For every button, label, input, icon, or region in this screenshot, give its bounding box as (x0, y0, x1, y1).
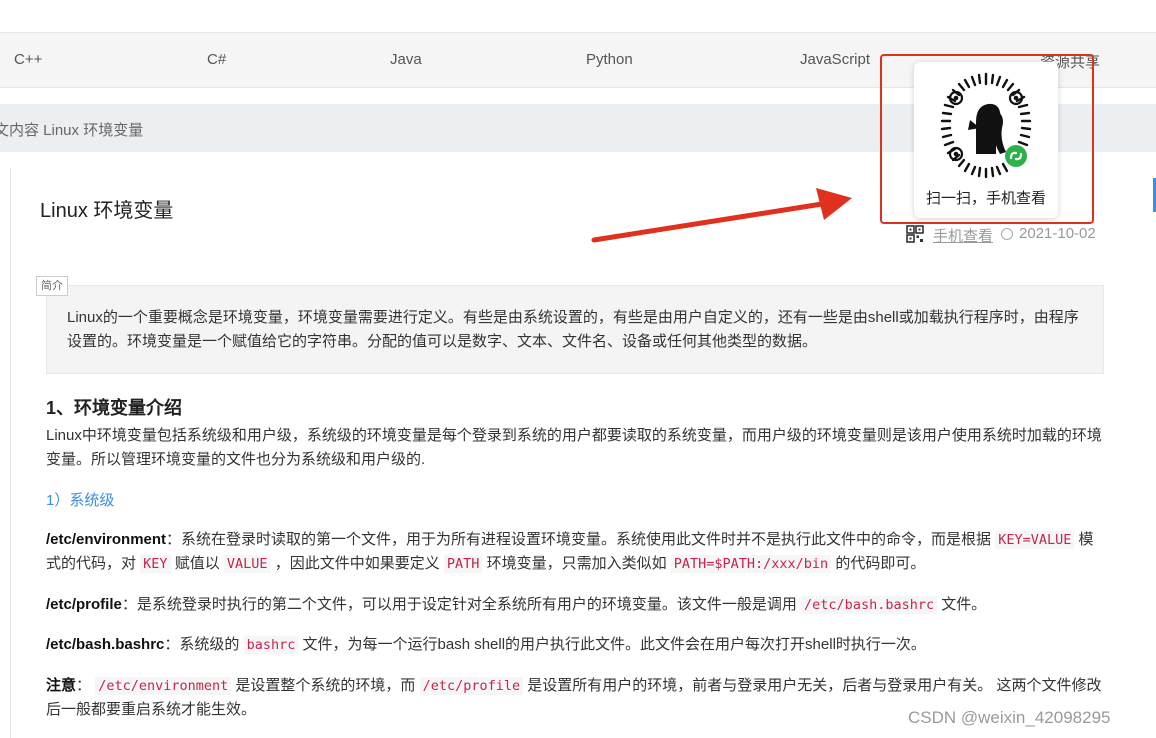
text: ： (76, 677, 96, 694)
text: ，因此文件中如果要定义 (270, 555, 444, 572)
inline-code: KEY=VALUE (995, 531, 1075, 549)
publish-date: 2021-10-02 (1019, 225, 1096, 242)
article-title: Linux 环境变量 (40, 200, 174, 222)
nav-item-javascript[interactable]: JavaScript (800, 51, 870, 68)
inline-code: bashrc (243, 636, 299, 654)
qr-code-icon[interactable] (906, 225, 924, 243)
inline-code: /etc/bash.bashrc (801, 596, 938, 614)
nav-item-csharp[interactable]: C# (207, 51, 226, 68)
nav-item-cpp[interactable]: C++ (14, 51, 42, 68)
paragraph-etc-profile: /etc/profile：是系统登录时执行的第二个文件，可以用于设定针对全系统所… (46, 593, 1106, 617)
inline-code: PATH=$PATH:/xxx/bin (670, 555, 832, 573)
text: 环境变量，只需加入类似如 (482, 555, 671, 572)
breadcrumb-text: 文内容 Linux 环境变量 (0, 122, 144, 139)
file-label: /etc/bash.bashrc (46, 636, 165, 653)
text: 的代码即可。 (831, 555, 926, 572)
paragraph-etc-bashrc: /etc/bash.bashrc：系统级的 bashrc 文件，为每一个运行ba… (46, 633, 1106, 657)
nav-item-java[interactable]: Java (390, 51, 422, 68)
file-label: /etc/environment (46, 531, 167, 548)
text: 是设置整个系统的环境，而 (231, 677, 420, 694)
section-intro: Linux中环境变量包括系统级和用户级，系统级的环境变量是每个登录到系统的用户都… (46, 427, 1102, 468)
text: ：系统在登录时读取的第一个文件，用于为所有进程设置环境变量。系统使用此文件时并不… (166, 531, 996, 548)
nav-item-python[interactable]: Python (586, 51, 633, 68)
inline-code: /etc/profile (419, 677, 524, 695)
text: 文件，为每一个运行bash shell的用户执行此文件。此文件会在用户每次打开s… (298, 636, 926, 653)
abstract-text: Linux的一个重要概念是环境变量，环境变量需要进行定义。有些是由系统设置的，有… (67, 309, 1079, 350)
text: 文件。 (937, 596, 987, 613)
abstract-box: Linux的一个重要概念是环境变量，环境变量需要进行定义。有些是由系统设置的，有… (46, 285, 1104, 374)
file-label: /etc/profile (46, 596, 122, 613)
inline-code: KEY (140, 555, 171, 573)
abstract-tag: 简介 (36, 276, 68, 296)
note-label: 注意 (46, 677, 77, 694)
inline-code: PATH (443, 555, 483, 573)
inline-code: VALUE (223, 555, 271, 573)
text: ：是系统登录时执行的第二个文件，可以用于设定针对全系统所有用户的环境变量。该文件… (121, 596, 802, 613)
annotation-highlight-box (880, 54, 1094, 224)
inline-code: /etc/environment (95, 677, 232, 695)
clock-icon (1001, 228, 1013, 240)
mobile-view-link[interactable]: 手机查看 (933, 225, 993, 246)
csdn-watermark: CSDN @weixin_42098295 (908, 708, 1111, 727)
text: ：系统级的 (164, 636, 244, 653)
sub-heading-system-level: 1）系统级 (46, 492, 115, 509)
paragraph-etc-environment: /etc/environment：系统在登录时读取的第一个文件，用于为所有进程设… (46, 528, 1106, 576)
section-heading: 1、环境变量介绍 (46, 398, 183, 418)
text: 赋值以 (170, 555, 224, 572)
annotation-arrow-icon (591, 188, 852, 243)
